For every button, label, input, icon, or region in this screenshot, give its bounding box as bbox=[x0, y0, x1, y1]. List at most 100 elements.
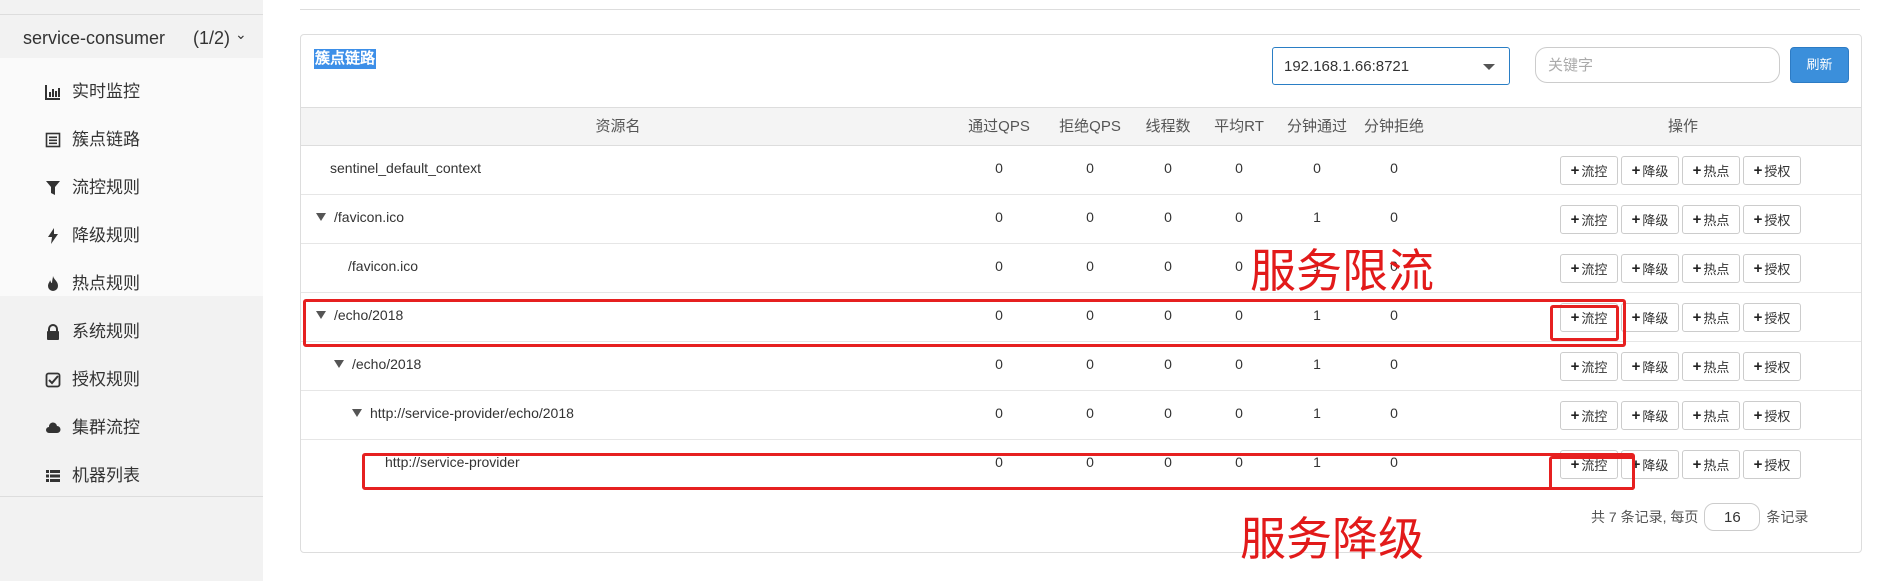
pagination-summary: 共 7 条记录, 每页 bbox=[1591, 509, 1699, 525]
annotation-box-flow-button-2 bbox=[1549, 456, 1635, 490]
lock-icon bbox=[44, 323, 62, 341]
plus-icon: + bbox=[1753, 260, 1763, 277]
cell-pass-qps: 0 bbox=[995, 209, 1003, 225]
plus-icon: + bbox=[1570, 162, 1580, 179]
degrade-rule-button[interactable]: + 降级 bbox=[1621, 205, 1679, 234]
th-actions: 操作 bbox=[1667, 118, 1699, 135]
cell-minute-pass: 1 bbox=[1313, 405, 1321, 421]
cell-minute-block: 0 bbox=[1390, 160, 1398, 176]
flow-rule-button[interactable]: + 流控 bbox=[1560, 254, 1618, 283]
flash-icon bbox=[44, 227, 62, 245]
degrade-rule-button[interactable]: + 降级 bbox=[1621, 401, 1679, 430]
caret-down-icon bbox=[1483, 64, 1495, 70]
flow-rule-button[interactable]: + 流控 bbox=[1560, 156, 1618, 185]
auth-rule-button[interactable]: + 授权 bbox=[1743, 303, 1801, 332]
resource-name-text: sentinel_default_context bbox=[330, 160, 481, 176]
sidebar-item-cluster-flow[interactable]: 集群流控 bbox=[44, 416, 140, 440]
plus-icon: + bbox=[1753, 162, 1763, 179]
cell-pass-qps: 0 bbox=[995, 356, 1003, 372]
hotspot-rule-button[interactable]: + 热点 bbox=[1682, 352, 1740, 381]
plus-icon: + bbox=[1692, 309, 1702, 326]
row-actions: + 流控 + 降级 + 热点 + 授权 bbox=[1560, 205, 1801, 234]
filter-icon bbox=[44, 179, 62, 197]
page-size-input[interactable] bbox=[1704, 503, 1761, 531]
row-actions: + 流控 + 降级 + 热点 + 授权 bbox=[1560, 254, 1801, 283]
cell-minute-pass: 1 bbox=[1313, 356, 1321, 372]
plus-icon: + bbox=[1631, 162, 1641, 179]
plus-icon: + bbox=[1753, 456, 1763, 473]
table-row: http://service-provider/echo/2018 0 0 0 … bbox=[301, 391, 1861, 440]
auth-rule-button[interactable]: + 授权 bbox=[1743, 254, 1801, 283]
auth-rule-button[interactable]: + 授权 bbox=[1743, 450, 1801, 479]
flow-rule-label: 流控 bbox=[1581, 262, 1608, 277]
cell-threads: 0 bbox=[1164, 258, 1172, 274]
row-actions: + 流控 + 降级 + 热点 + 授权 bbox=[1560, 156, 1801, 185]
sidebar-item-label: 授权规则 bbox=[72, 370, 140, 389]
list-icon bbox=[44, 131, 62, 149]
plus-icon: + bbox=[1692, 211, 1702, 228]
machine-select[interactable]: 192.168.1.66:8721 bbox=[1272, 47, 1510, 85]
cell-block-qps: 0 bbox=[1086, 405, 1094, 421]
row-actions: + 流控 + 降级 + 热点 + 授权 bbox=[1560, 401, 1801, 430]
plus-icon: + bbox=[1692, 456, 1702, 473]
hotspot-rule-label: 热点 bbox=[1703, 262, 1730, 277]
cell-avg-rt: 0 bbox=[1235, 405, 1243, 421]
plus-icon: + bbox=[1631, 407, 1641, 424]
flow-rule-button[interactable]: + 流控 bbox=[1560, 205, 1618, 234]
sidebar-item-machine-list[interactable]: 机器列表 bbox=[44, 464, 140, 488]
hotspot-rule-button[interactable]: + 热点 bbox=[1682, 401, 1740, 430]
sidebar-item-realtime-monitor[interactable]: 实时监控 bbox=[44, 80, 140, 104]
hotspot-rule-button[interactable]: + 热点 bbox=[1682, 450, 1740, 479]
sidebar-item-label: 流控规则 bbox=[72, 178, 140, 197]
sidebar-item-label: 实时监控 bbox=[72, 82, 140, 101]
annotation-flow-limit: 服务限流 bbox=[1250, 244, 1434, 298]
hotspot-rule-label: 热点 bbox=[1703, 213, 1730, 228]
cell-block-qps: 0 bbox=[1086, 209, 1094, 225]
hotspot-rule-button[interactable]: + 热点 bbox=[1682, 303, 1740, 332]
th-minute-pass: 分钟通过 bbox=[1286, 118, 1348, 135]
flow-rule-label: 流控 bbox=[1581, 360, 1608, 375]
degrade-rule-button[interactable]: + 降级 bbox=[1621, 254, 1679, 283]
plus-icon: + bbox=[1692, 358, 1702, 375]
sidebar-item-auth-rules[interactable]: 授权规则 bbox=[44, 368, 140, 392]
cell-block-qps: 0 bbox=[1086, 160, 1094, 176]
flow-rule-button[interactable]: + 流控 bbox=[1560, 352, 1618, 381]
hotspot-rule-button[interactable]: + 热点 bbox=[1682, 156, 1740, 185]
sidebar-item-hotspot-rules[interactable]: 热点规则 bbox=[44, 272, 140, 296]
degrade-rule-button[interactable]: + 降级 bbox=[1621, 156, 1679, 185]
auth-rule-button[interactable]: + 授权 bbox=[1743, 352, 1801, 381]
sidebar-item-cluster-point[interactable]: 簇点链路 bbox=[44, 128, 140, 152]
cell-minute-block: 0 bbox=[1390, 405, 1398, 421]
degrade-rule-label: 降级 bbox=[1642, 213, 1669, 228]
app-count: (1/2) bbox=[193, 28, 231, 48]
expand-toggle-icon[interactable] bbox=[352, 409, 362, 417]
hotspot-rule-button[interactable]: + 热点 bbox=[1682, 205, 1740, 234]
degrade-rule-button[interactable]: + 降级 bbox=[1621, 303, 1679, 332]
plus-icon: + bbox=[1631, 211, 1641, 228]
sidebar-item-degrade-rules[interactable]: 降级规则 bbox=[44, 224, 140, 248]
resource-name: /echo/2018 bbox=[334, 356, 421, 372]
cell-avg-rt: 0 bbox=[1235, 209, 1243, 225]
degrade-rule-button[interactable]: + 降级 bbox=[1621, 352, 1679, 381]
sidebar-item-label: 热点规则 bbox=[72, 274, 140, 293]
refresh-button[interactable]: 刷新 bbox=[1790, 47, 1849, 83]
sidebar-item-system-rules[interactable]: 系统规则 bbox=[44, 320, 140, 344]
sidebar-item-flow-rules[interactable]: 流控规则 bbox=[44, 176, 140, 200]
cell-minute-pass: 0 bbox=[1313, 160, 1321, 176]
auth-rule-button[interactable]: + 授权 bbox=[1743, 156, 1801, 185]
degrade-rule-label: 降级 bbox=[1642, 262, 1669, 277]
flow-rule-button[interactable]: + 流控 bbox=[1560, 401, 1618, 430]
app-selector[interactable]: service-consumer (1/2) ⌄ bbox=[23, 26, 248, 49]
expand-toggle-icon[interactable] bbox=[316, 213, 326, 221]
cell-pass-qps: 0 bbox=[995, 258, 1003, 274]
keyword-search-input[interactable] bbox=[1535, 47, 1780, 83]
auth-rule-button[interactable]: + 授权 bbox=[1743, 401, 1801, 430]
cell-minute-pass: 1 bbox=[1313, 209, 1321, 225]
plus-icon: + bbox=[1570, 211, 1580, 228]
plus-icon: + bbox=[1692, 162, 1702, 179]
table-header: 资源名 通过QPS 拒绝QPS 线程数 平均RT 分钟通过 分钟拒绝 操作 bbox=[301, 107, 1861, 146]
hotspot-rule-button[interactable]: + 热点 bbox=[1682, 254, 1740, 283]
expand-toggle-icon[interactable] bbox=[334, 360, 344, 368]
th-list-icon bbox=[44, 467, 62, 485]
auth-rule-button[interactable]: + 授权 bbox=[1743, 205, 1801, 234]
